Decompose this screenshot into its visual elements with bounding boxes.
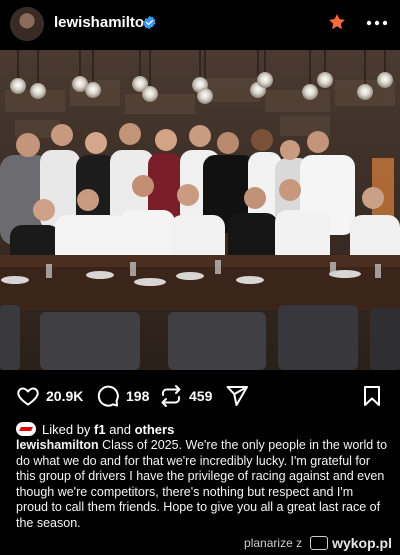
repost-button[interactable]: 459 (159, 378, 212, 414)
liked-by-others[interactable]: others (135, 422, 175, 437)
save-button[interactable] (360, 378, 384, 414)
post-username[interactable]: lewishamilton (54, 14, 153, 31)
repost-icon (161, 385, 181, 407)
like-button[interactable]: 20.9K (16, 378, 83, 414)
post-actions: 20.9K 198 459 (0, 378, 400, 414)
f1-logo-icon (16, 422, 36, 436)
verified-badge-icon (143, 15, 156, 30)
post-photo[interactable] (0, 50, 400, 370)
comment-icon (97, 385, 119, 407)
post-header: lewishamilton (0, 0, 400, 48)
heart-icon (17, 387, 39, 406)
watermark: planarize z wykop.pl (244, 535, 392, 551)
watermark-site: wykop.pl (332, 535, 392, 551)
favorite-star-icon[interactable] (327, 12, 347, 32)
liked-by-user[interactable]: f1 (94, 422, 106, 437)
liked-by-prefix: Liked by (42, 421, 91, 437)
watermark-sep: z (296, 536, 303, 550)
group-photo-image (0, 50, 400, 370)
send-icon (226, 386, 248, 406)
liked-by-row[interactable]: Liked by f1 and others (16, 420, 174, 438)
wykop-logo-icon (310, 536, 329, 550)
caption-username[interactable]: lewishamilton (16, 438, 99, 452)
share-button[interactable] (225, 378, 249, 414)
bookmark-icon (364, 386, 380, 406)
more-options-icon[interactable] (365, 13, 389, 33)
like-count: 20.9K (46, 388, 84, 404)
comment-count: 198 (126, 388, 150, 404)
comment-button[interactable]: 198 (96, 378, 149, 414)
repost-count: 459 (189, 388, 213, 404)
avatar[interactable] (10, 7, 44, 41)
liked-by-joiner: and (109, 421, 131, 437)
post-caption: lewishamilton Class of 2025. We're the o… (16, 438, 388, 532)
watermark-user: planarize (244, 536, 293, 550)
